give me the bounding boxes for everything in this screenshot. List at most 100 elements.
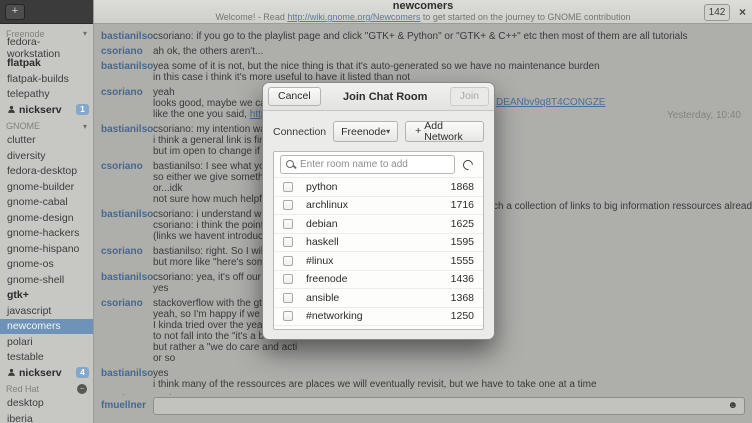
connection-select[interactable]: Freenode ▾: [333, 121, 398, 142]
chat-message-line: but rather a "we do care and acti: [94, 342, 744, 353]
sidebar-room-item[interactable]: newcomers: [0, 319, 93, 335]
refresh-icon: [461, 157, 475, 171]
sidebar-room-item[interactable]: testable: [0, 350, 93, 366]
sidebar-room-item[interactable]: gnome-builder: [0, 179, 93, 195]
message-text: yea some of it is not, but the nice thin…: [153, 61, 744, 72]
dialog-room-row[interactable]: #networking 1250: [274, 307, 483, 326]
room-checkbox[interactable]: [283, 274, 293, 284]
room-user-count: 1250: [451, 310, 474, 322]
message-fragment: or so: [153, 353, 175, 364]
message-fragment: yes: [153, 283, 169, 294]
room-list-gnome: clutter diversity fedora-desktop: [0, 133, 93, 381]
subtitle-text: to get started on the journey to GNOME c…: [420, 12, 630, 22]
room-checkbox[interactable]: [283, 200, 293, 210]
dialog-room-row[interactable]: #linux 1555: [274, 251, 483, 270]
room-label: testable: [7, 351, 44, 363]
sidebar-room-item[interactable]: gnome-cabal: [0, 195, 93, 211]
sidebar-room-item[interactable]: gnome-shell: [0, 272, 93, 288]
sidebar-room-item[interactable]: gnome-design: [0, 210, 93, 226]
sidebar-room-item[interactable]: fedora-workstation: [0, 40, 93, 56]
message-link-fragment[interactable]: DEANbv9q8T4CONGZE: [496, 97, 605, 108]
sidebar-room-item[interactable]: gtk+: [0, 288, 93, 304]
sidebar-room-item[interactable]: gnome-os: [0, 257, 93, 273]
room-name: #networking: [306, 310, 363, 322]
dialog-room-list: python 1868 archlinux 1716 debian 1625: [273, 151, 484, 330]
dialog-room-row[interactable]: ansible 1368: [274, 288, 483, 307]
join-button[interactable]: Join: [450, 87, 489, 106]
sidebar-room-item[interactable]: diversity: [0, 148, 93, 164]
subtitle-link[interactable]: http://wiki.gnome.org/Newcomers: [287, 12, 420, 22]
sidebar-room-item[interactable]: desktop: [0, 396, 93, 412]
sidebar-room-item[interactable]: polari: [0, 334, 93, 350]
message-fragment: ah ok, the others aren't...: [153, 46, 263, 57]
chat-message-line: csoriano yeah: [94, 394, 744, 395]
sidebar-room-item[interactable]: gnome-hispano: [0, 241, 93, 257]
nick-label: bastianilso: [94, 368, 153, 379]
page-subtitle: Welcome! - Read http://wiki.gnome.org/Ne…: [215, 12, 630, 22]
message-text: i think many of the ressources are place…: [153, 379, 744, 390]
dialog-room-row[interactable]: archlinux 1716: [274, 196, 483, 215]
room-label: flatpak-builds: [7, 73, 69, 85]
message-input-row: fmuellner ☻: [94, 395, 752, 423]
sidebar-room-item[interactable]: fedora-desktop: [0, 164, 93, 180]
sidebar-room-item[interactable]: telepathy: [0, 87, 93, 103]
sidebar-room-item[interactable]: iberia: [0, 411, 93, 423]
dialog-room-row[interactable]: freenode 1436: [274, 270, 483, 289]
connection-header-gnome[interactable]: GNOME ▾: [0, 120, 93, 133]
user-count-button[interactable]: 142: [704, 4, 730, 21]
sidebar-room-item[interactable]: nickserv 1: [0, 102, 93, 118]
message-fragment: yes: [153, 368, 169, 379]
message-text: yeah: [153, 394, 744, 395]
emoji-picker-icon[interactable]: ☻: [727, 401, 738, 411]
chevron-down-icon: ▾: [386, 127, 390, 136]
page-title: newcomers: [393, 1, 454, 12]
connection-header-redhat[interactable]: Red Hat −: [0, 383, 93, 396]
room-label: nickserv: [19, 104, 62, 116]
sidebar-headerbar: +: [0, 0, 93, 24]
room-label: gnome-hispano: [7, 243, 79, 255]
room-label: flatpak: [7, 57, 41, 69]
room-label: polari: [7, 336, 33, 348]
nick-label: bastianilso: [94, 31, 153, 42]
add-network-button[interactable]: + Add Network: [405, 121, 484, 142]
room-checkbox[interactable]: [283, 293, 293, 303]
person-icon: [7, 105, 16, 114]
close-icon[interactable]: ×: [739, 0, 746, 24]
sidebar-room-item[interactable]: flatpak-builds: [0, 71, 93, 87]
nick-label: bastianilso: [94, 124, 153, 135]
room-checkbox[interactable]: [283, 182, 293, 192]
room-user-count: 1368: [451, 292, 474, 304]
dialog-room-row[interactable]: bitcoin 1244: [274, 325, 483, 330]
room-checkbox[interactable]: [283, 219, 293, 229]
room-search-input[interactable]: [300, 159, 449, 170]
dialog-room-row[interactable]: debian 1625: [274, 214, 483, 233]
unread-badge: 1: [76, 104, 89, 115]
room-user-count: 1555: [451, 255, 474, 267]
room-name: freenode: [306, 273, 347, 285]
polari-window: + Freenode ▾ fedora-workstation: [0, 0, 752, 423]
sidebar-room-item[interactable]: nickserv 4: [0, 365, 93, 381]
room-sidebar: + Freenode ▾ fedora-workstation: [0, 0, 94, 423]
room-checkbox[interactable]: [283, 311, 293, 321]
refresh-button[interactable]: [455, 160, 481, 170]
message-entry[interactable]: ☻: [153, 397, 745, 415]
dialog-room-row[interactable]: python 1868: [274, 177, 483, 196]
sidebar-room-item[interactable]: gnome-hackers: [0, 226, 93, 242]
message-fragment-right: ch a collection of links to big informat…: [493, 201, 752, 212]
cancel-button[interactable]: Cancel: [268, 87, 321, 106]
sidebar-room-item[interactable]: clutter: [0, 133, 93, 149]
room-checkbox[interactable]: [283, 237, 293, 247]
dialog-room-row[interactable]: haskell 1595: [274, 233, 483, 252]
room-label: newcomers: [7, 320, 61, 332]
room-user-count: 1716: [451, 199, 474, 211]
connection-label: Red Hat: [6, 384, 39, 394]
nick-label: csoriano: [94, 161, 153, 172]
header-titles: newcomers Welcome! - Read http://wiki.gn…: [94, 0, 752, 23]
room-checkbox[interactable]: [283, 256, 293, 266]
room-name: bitcoin: [306, 329, 336, 330]
room-search-entry[interactable]: [280, 155, 455, 174]
sidebar-room-item[interactable]: javascript: [0, 303, 93, 319]
person-icon: [7, 368, 16, 377]
message-input[interactable]: [160, 400, 727, 411]
add-room-button[interactable]: +: [5, 4, 25, 20]
